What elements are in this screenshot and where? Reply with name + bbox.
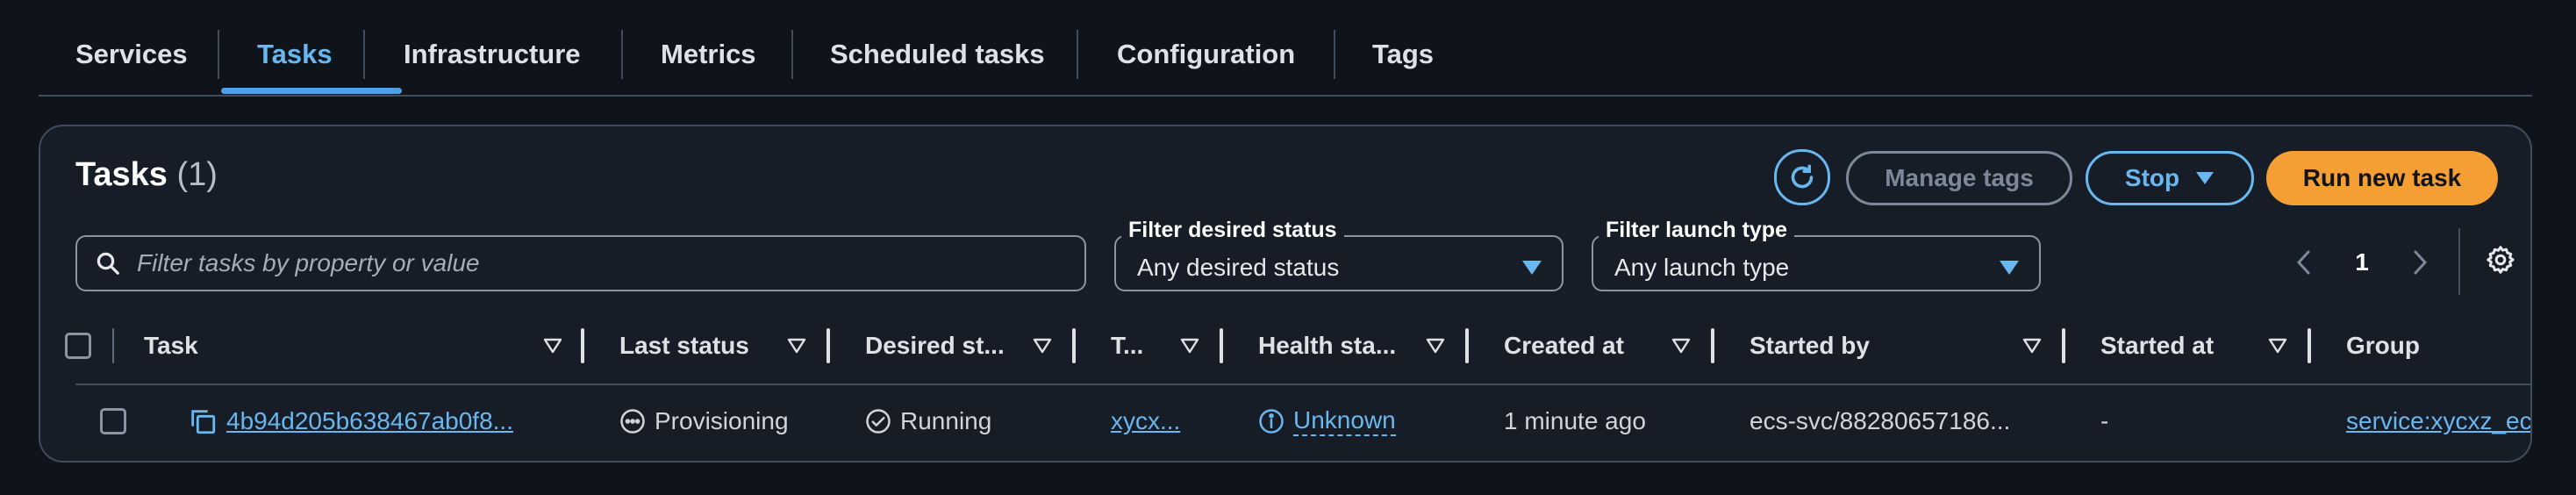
page-number[interactable]: 1	[2336, 240, 2388, 284]
started-at-cell: -	[2100, 407, 2109, 434]
tab-configuration[interactable]: Configuration	[1117, 32, 1295, 77]
launch-type-value: Any launch type	[1614, 254, 1790, 281]
previous-page-button[interactable]	[2286, 240, 2322, 284]
sort-icon[interactable]	[1030, 334, 1055, 358]
refresh-icon	[1786, 161, 1818, 193]
panel-title: Tasks (1)	[75, 156, 218, 194]
search-icon	[95, 250, 121, 276]
preferences-button[interactable]	[2476, 235, 2525, 284]
sort-icon[interactable]	[540, 334, 565, 358]
column-divider	[1465, 328, 1469, 363]
column-created-at[interactable]: Created at	[1504, 307, 1624, 384]
tab-divider	[1077, 30, 1078, 79]
caret-down-icon	[1521, 259, 1542, 276]
copy-icon[interactable]	[188, 406, 218, 436]
started-by-cell: ecs-svc/88280657186...	[1750, 407, 2011, 434]
active-tab-indicator	[221, 88, 402, 94]
type-cell: xycx...	[1111, 386, 1180, 456]
sort-icon[interactable]	[1669, 334, 1693, 358]
health-status-popover[interactable]: Unknown	[1293, 406, 1396, 436]
sort-icon[interactable]	[1423, 334, 1448, 358]
column-task[interactable]: Task	[144, 307, 198, 384]
column-divider	[826, 328, 830, 363]
tab-tags[interactable]: Tags	[1372, 32, 1434, 77]
group-link[interactable]: service:xycxz_ecs	[2346, 407, 2530, 435]
task-search[interactable]	[75, 235, 1086, 291]
refresh-button[interactable]	[1774, 149, 1830, 205]
chevron-right-icon	[2411, 249, 2429, 276]
tab-bar: Services Tasks Infrastructure Metrics Sc…	[39, 0, 2532, 97]
stop-button-label: Stop	[2124, 164, 2180, 191]
column-divider	[2062, 328, 2065, 363]
stop-button[interactable]: Stop	[2086, 151, 2254, 205]
row-checkbox[interactable]	[100, 408, 126, 434]
sort-icon[interactable]	[1177, 334, 1202, 358]
column-divider	[581, 328, 584, 363]
last-status-text: Provisioning	[655, 407, 789, 434]
health-status-cell: Unknown	[1258, 386, 1396, 456]
group-cell: service:xycxz_ecs	[2346, 386, 2530, 456]
run-new-task-button[interactable]: Run new task	[2266, 151, 2498, 205]
tab-metrics[interactable]: Metrics	[661, 32, 756, 77]
manage-tags-button[interactable]: Manage tags	[1846, 151, 2072, 205]
launch-type-label: Filter launch type	[1599, 218, 1794, 243]
task-cell: 4b94d205b638467ab0f8...	[188, 386, 513, 456]
sort-icon[interactable]	[784, 334, 809, 358]
desired-status-label: Filter desired status	[1121, 218, 1344, 243]
column-health-status[interactable]: Health sta...	[1258, 307, 1396, 384]
chevron-left-icon	[2295, 249, 2313, 276]
sort-icon[interactable]	[2020, 334, 2044, 358]
created-at-cell: 1 minute ago	[1504, 407, 1646, 434]
task-count: (1)	[176, 156, 218, 193]
pending-icon	[619, 408, 646, 434]
column-last-status[interactable]: Last status	[619, 307, 749, 384]
column-group[interactable]: Group	[2346, 307, 2420, 384]
desired-status-select[interactable]: Any desired status	[1114, 235, 1563, 291]
desired-status-cell: Running	[865, 386, 991, 456]
select-all-checkbox[interactable]	[65, 333, 91, 359]
column-started-by[interactable]: Started by	[1750, 307, 1870, 384]
tab-scheduled-tasks[interactable]: Scheduled tasks	[830, 32, 1045, 77]
tab-divider	[621, 30, 623, 79]
last-status-cell: Provisioning	[619, 386, 789, 456]
desired-status-value: Any desired status	[1137, 254, 1340, 281]
tab-divider	[363, 30, 365, 79]
info-icon	[1258, 408, 1284, 434]
check-circle-icon	[865, 408, 891, 434]
panel-title-text: Tasks	[75, 156, 168, 193]
next-page-button[interactable]	[2402, 240, 2437, 284]
pager-divider	[2458, 228, 2460, 295]
column-divider	[1711, 328, 1714, 363]
desired-status-text: Running	[900, 407, 992, 434]
column-divider	[2308, 328, 2311, 363]
gear-icon	[2485, 244, 2516, 276]
tab-divider	[791, 30, 793, 79]
column-started-at[interactable]: Started at	[2100, 307, 2214, 384]
tasks-panel: Tasks (1) Manage tags Stop Run new task …	[39, 125, 2532, 463]
table-header: Task Last status Desired st... T... Heal…	[40, 307, 2530, 384]
header-divider	[75, 384, 2530, 385]
tab-infrastructure[interactable]: Infrastructure	[404, 32, 581, 77]
task-definition-link[interactable]: xycx...	[1111, 407, 1180, 435]
sort-icon[interactable]	[2265, 334, 2290, 358]
search-input[interactable]	[137, 249, 1058, 277]
caret-down-icon	[2195, 170, 2215, 186]
tab-services[interactable]: Services	[75, 32, 188, 77]
caret-down-icon	[1999, 259, 2020, 276]
task-id-link[interactable]: 4b94d205b638467ab0f8...	[226, 407, 513, 435]
tab-tasks[interactable]: Tasks	[257, 32, 333, 77]
tab-divider	[1334, 30, 1335, 79]
column-divider	[1072, 328, 1076, 363]
column-divider	[1220, 328, 1223, 363]
column-desired-status[interactable]: Desired st...	[865, 307, 1005, 384]
column-type[interactable]: T...	[1111, 307, 1143, 384]
launch-type-select[interactable]: Any launch type	[1592, 235, 2041, 291]
column-divider	[112, 328, 114, 363]
tab-divider	[218, 30, 219, 79]
